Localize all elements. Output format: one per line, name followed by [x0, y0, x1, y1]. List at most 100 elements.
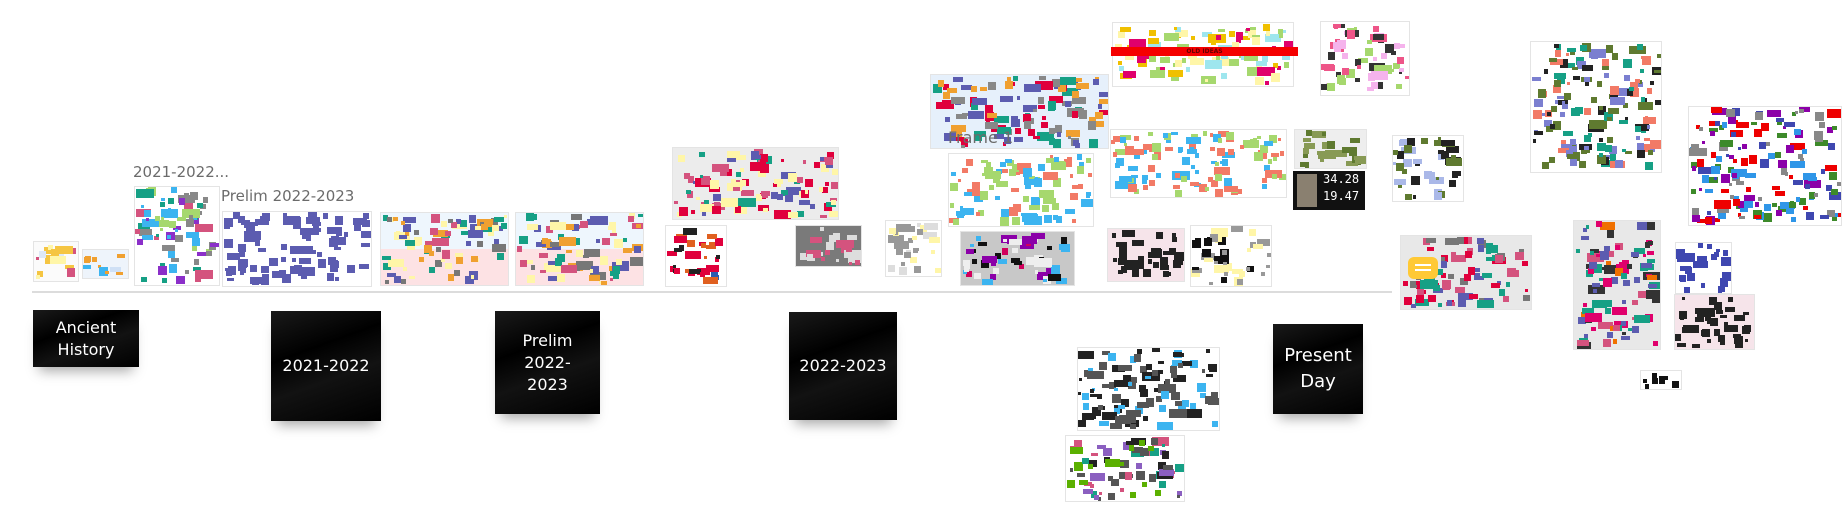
- board-shape: [1251, 36, 1260, 45]
- board-shape: [1178, 146, 1184, 152]
- thumb-board-a[interactable]: [380, 212, 509, 286]
- thumb-diagram-bottom[interactable]: [1065, 435, 1185, 502]
- board-shape: [477, 240, 484, 247]
- board-shape: [272, 270, 280, 278]
- board-shape: [1637, 102, 1654, 110]
- board-shape: [818, 186, 824, 192]
- board-shape: [1609, 97, 1625, 105]
- board-shape: [1554, 43, 1559, 49]
- sticky-present-day[interactable]: Present Day: [1273, 324, 1363, 414]
- whiteboard-canvas[interactable]: Ancient History 2021-2022 Prelim 2022-20…: [0, 0, 1845, 507]
- board-shape: [1204, 187, 1209, 192]
- thumb-board-b[interactable]: [515, 212, 644, 286]
- board-shape: [1748, 155, 1758, 164]
- board-shape: [1153, 249, 1162, 258]
- board-shape: [1025, 183, 1031, 189]
- thumb-grey-frames[interactable]: [672, 147, 839, 220]
- thumb-grey-board[interactable]: [795, 225, 862, 267]
- board-shape: [741, 189, 754, 196]
- thumb-network[interactable]: [1392, 135, 1464, 202]
- sticky-prelim-2022-2023[interactable]: Prelim 2022-2023: [495, 311, 600, 414]
- board-shape: [550, 222, 566, 230]
- board-shape: [185, 219, 195, 228]
- thumb-columns-2[interactable]: [1674, 294, 1755, 350]
- thumb-ancient-1[interactable]: [33, 241, 79, 282]
- thumb-2021-2022[interactable]: [134, 186, 220, 286]
- board-shape: [1078, 419, 1086, 428]
- thumb-pink-cross[interactable]: [1320, 21, 1410, 96]
- board-shape: [1181, 360, 1192, 366]
- board-shape: [700, 176, 710, 186]
- board-shape: [1585, 225, 1589, 229]
- thumb-tree-bottom[interactable]: [1077, 347, 1220, 431]
- thumb-sticky-cluster[interactable]: [885, 220, 942, 277]
- board-shape: [1162, 250, 1172, 256]
- board-shape: [1729, 195, 1734, 200]
- board-shape: [1579, 161, 1587, 169]
- board-shape: [1441, 280, 1451, 289]
- board-shape: [360, 242, 370, 248]
- thumb-flowchart[interactable]: [948, 153, 1094, 227]
- board-shape: [1195, 153, 1200, 158]
- board-shape: [397, 260, 401, 264]
- telemetry-image[interactable]: 34.28 19.47: [1293, 171, 1365, 210]
- board-shape: [1008, 168, 1017, 177]
- board-shape: [1775, 209, 1782, 216]
- board-shape: [414, 230, 419, 236]
- board-shape: [445, 230, 451, 236]
- thumb-architecture[interactable]: [1688, 106, 1842, 226]
- board-shape: [1682, 327, 1688, 333]
- board-shape: [1128, 183, 1137, 193]
- thumb-prelim[interactable]: [222, 211, 372, 287]
- thumb-dots[interactable]: [1640, 370, 1682, 390]
- board-shape: [1245, 266, 1251, 272]
- thumb-field-image[interactable]: [1294, 129, 1367, 169]
- board-shape: [1523, 294, 1531, 302]
- telemetry-value-1: 34.28: [1323, 172, 1360, 186]
- board-shape: [1121, 230, 1135, 237]
- board-shape: [1640, 68, 1645, 73]
- board-shape: [993, 268, 1000, 275]
- board-shape: [1642, 378, 1647, 384]
- thumb-board-d[interactable]: [1573, 220, 1661, 350]
- board-shape: [1735, 121, 1749, 129]
- board-shape: [937, 80, 945, 87]
- board-shape: [1680, 315, 1685, 320]
- thumb-circuit[interactable]: [665, 225, 727, 287]
- sticky-2021-2022[interactable]: 2021-2022: [271, 311, 381, 421]
- board-shape: [1820, 169, 1825, 174]
- board-shape: [1128, 382, 1132, 386]
- board-shape: [1603, 339, 1612, 348]
- board-shape: [1079, 378, 1083, 382]
- thumb-columns[interactable]: [1107, 228, 1185, 282]
- thumb-dark-tree[interactable]: [1190, 225, 1272, 287]
- thumb-pipeline[interactable]: [960, 231, 1075, 286]
- board-shape: [1605, 144, 1613, 152]
- board-shape: [1737, 146, 1741, 150]
- board-shape: [1013, 75, 1019, 81]
- sticky-ancient-history[interactable]: Ancient History: [33, 310, 139, 367]
- board-shape: [83, 264, 91, 269]
- board-shape: [1149, 29, 1156, 37]
- board-shape: [979, 87, 987, 91]
- board-shape: [1563, 131, 1573, 136]
- sticky-2022-2023[interactable]: 2022-2023: [789, 312, 897, 420]
- thumb-graph[interactable]: [1675, 242, 1732, 294]
- frame-title-prelim[interactable]: Prelim 2022-2023: [221, 187, 354, 205]
- thumb-software-2023[interactable]: [1530, 41, 1662, 173]
- board-shape: [1729, 154, 1734, 160]
- frame-title-2021-2022[interactable]: 2021-2022...: [133, 163, 229, 181]
- board-shape: [1053, 215, 1058, 221]
- board-shape: [1637, 150, 1645, 158]
- board-shape: [602, 237, 611, 246]
- thumb-software-diagram[interactable]: [1110, 129, 1287, 198]
- thumb-ancient-2[interactable]: [82, 249, 129, 279]
- board-shape: [1643, 138, 1651, 142]
- board-shape: [1172, 236, 1178, 242]
- board-shape: [1047, 245, 1052, 251]
- board-shape: [1174, 251, 1184, 261]
- board-shape: [1543, 69, 1549, 74]
- frame-title-frame-1[interactable]: Frame 1: [948, 128, 1013, 147]
- board-shape: [1217, 28, 1226, 33]
- comment-icon[interactable]: [1408, 257, 1438, 279]
